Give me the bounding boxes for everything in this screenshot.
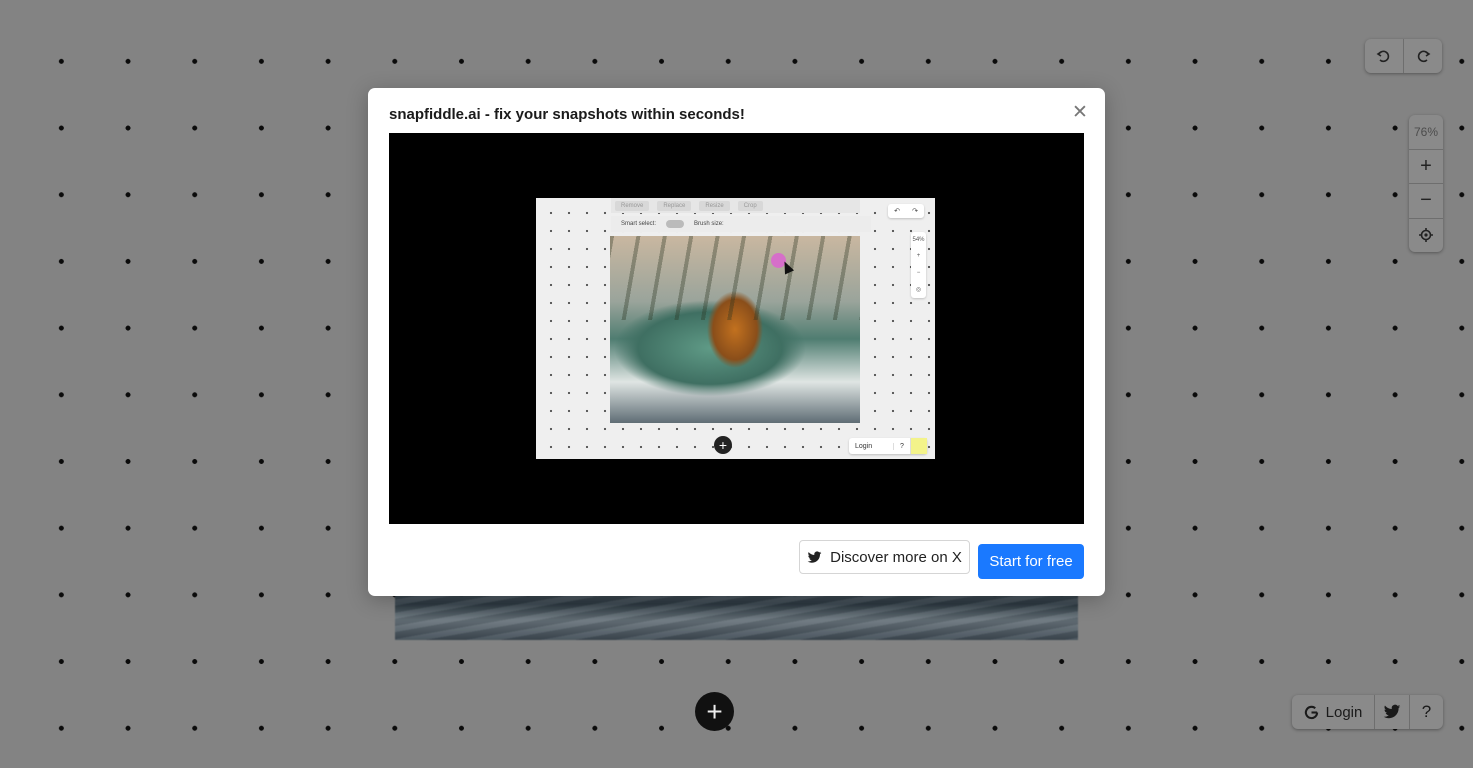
zoom-level: 76% (1413, 124, 1439, 139)
preview-options: Smart select: Brush size: (611, 216, 871, 232)
preview-history: ↶ ↷ (888, 204, 924, 218)
discover-on-x-button[interactable]: Discover more on X (799, 540, 970, 574)
preview-tool: Crop (737, 200, 763, 211)
bottom-toolbar: Login ? (1292, 695, 1443, 729)
twitter-icon (807, 550, 822, 563)
zoom-out-button[interactable]: − (1409, 183, 1443, 218)
help-button[interactable]: ? (1409, 695, 1443, 729)
zoom-controls: 76% + − (1409, 115, 1443, 252)
zoom-in-button[interactable]: + (1409, 148, 1443, 184)
login-label: Login (1325, 703, 1363, 721)
discover-label: Discover more on X (830, 548, 962, 566)
smart-select-label: Smart select: (621, 221, 657, 227)
redo-icon (1417, 50, 1431, 63)
close-icon[interactable]: ✕ (1070, 102, 1090, 123)
tiger-surfing-image (610, 236, 860, 423)
preview-add-icon: + (714, 436, 732, 454)
modal-title: snapfiddle.ai - fix your snapshots withi… (389, 106, 745, 123)
crosshair-icon (1419, 228, 1433, 243)
preview-login: Login (855, 442, 873, 450)
preview-tool: Resize (699, 200, 730, 211)
chat-icon (910, 438, 927, 454)
promo-modal: snapfiddle.ai - fix your snapshots withi… (368, 88, 1105, 596)
preview-tool: Replace (657, 200, 692, 211)
demo-video[interactable]: Remove Replace Resize Crop Smart select:… (389, 133, 1084, 524)
preview-zoom: 54% + − ◎ (911, 232, 926, 298)
twitter-button[interactable] (1374, 695, 1409, 729)
google-icon (1304, 705, 1318, 719)
undo-button[interactable] (1365, 39, 1403, 73)
preview-zoom-level: 54% (912, 237, 925, 244)
recenter-button[interactable] (1409, 217, 1443, 253)
undo-icon (1376, 50, 1390, 63)
toggle-icon (666, 220, 685, 228)
preview-toolbar: Remove Replace Resize Crop (611, 198, 860, 213)
brush-size-label: Brush size: (694, 221, 724, 227)
redo-button[interactable] (1403, 39, 1442, 73)
add-image-button[interactable]: + (695, 692, 734, 731)
history-controls (1365, 39, 1442, 73)
preview-bottombar: Login ? (849, 438, 927, 454)
preview-help: ? (893, 442, 910, 450)
twitter-icon (1383, 704, 1401, 719)
start-for-free-button[interactable]: Start for free (978, 544, 1084, 579)
app-preview-screenshot: Remove Replace Resize Crop Smart select:… (536, 198, 935, 459)
google-login-button[interactable]: Login (1292, 695, 1374, 729)
preview-tool: Remove (615, 200, 650, 211)
